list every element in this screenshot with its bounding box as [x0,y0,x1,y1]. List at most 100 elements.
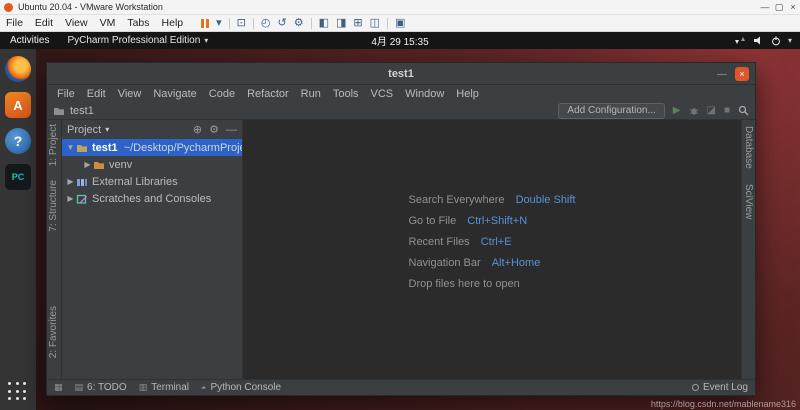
vmware-menu-help[interactable]: Help [156,17,190,29]
add-configuration-button[interactable]: Add Configuration... [558,102,665,119]
menu-refactor[interactable]: Refactor [241,88,295,100]
pause-vm-icon[interactable] [201,18,210,28]
toolbar-right-group: Add Configuration... ▶ ◪ ■ [558,102,749,119]
terminal-label: Terminal [151,382,189,393]
toolwindow-button-terminal[interactable]: ▥ Terminal [139,382,189,393]
fullscreen-icon[interactable]: ◫ [370,17,380,29]
menu-navigate[interactable]: Navigate [147,88,202,100]
vmware-menu-vm[interactable]: VM [94,17,122,29]
shortcut-row: Go to File Ctrl+Shift+N [409,211,576,232]
scratches-icon [76,194,87,204]
breadcrumb[interactable]: test1 [53,105,94,117]
hide-panel-icon[interactable]: — [226,124,237,136]
tree-item-name: test1 [92,141,118,154]
vmware-menu-tabs[interactable]: Tabs [121,17,155,29]
menu-tools[interactable]: Tools [327,88,365,100]
menu-code[interactable]: Code [203,88,241,100]
shortcut-label: Drop files here to open [408,278,520,290]
thumbnail-bar-icon[interactable]: ▣ [395,17,405,29]
tree-item-name: External Libraries [92,175,178,188]
activities-button[interactable]: Activities [0,35,59,46]
folder-icon [54,107,64,115]
stop-icon[interactable]: ■ [724,105,730,116]
tree-row-external-libraries[interactable]: ▶ External Libraries [62,173,242,190]
vmware-close-button[interactable]: × [786,2,800,12]
breadcrumb-label: test1 [70,104,94,117]
menu-file[interactable]: File [51,88,81,100]
project-view-selector[interactable]: Project [67,124,101,136]
toolwindow-button-favorites[interactable]: 2: Favorites [48,306,59,358]
vmware-maximize-button[interactable]: ▢ [772,2,786,13]
menu-edit[interactable]: Edit [81,88,112,100]
chevron-down-icon: ▾ [105,125,110,134]
system-tray[interactable]: ▾ [734,36,800,46]
show-library-icon[interactable]: ⊞ [353,17,362,29]
menu-view[interactable]: View [112,88,148,100]
pycharm-close-button[interactable]: × [735,67,749,81]
expand-open-icon[interactable]: ▼ [65,143,76,152]
show-console-icon[interactable]: ◧ [319,17,329,29]
event-log-button[interactable]: Event Log [691,382,748,393]
app-menu-label: PyCharm Professional Edition [67,35,201,46]
pycharm-titlebar[interactable]: test1 — × [47,63,755,85]
todo-icon: ▤ [74,382,84,392]
pycharm-window-controls: — × [717,63,749,85]
toolwindow-button-python-console[interactable]: ◓ Python Console [201,382,281,393]
app-menu-button[interactable]: PyCharm Professional Edition ▾ [59,35,216,46]
tree-row-project-root[interactable]: ▼ test1 ~/Desktop/PycharmProjects/tes [62,139,242,156]
settings-gear-icon[interactable]: ⚙ [209,123,219,136]
help-icon[interactable]: ? [5,128,31,154]
menu-window[interactable]: Window [399,88,450,100]
tree-row-venv[interactable]: ▶ venv [62,156,242,173]
expand-closed-icon[interactable]: ▶ [82,160,93,169]
toolwindow-button-structure[interactable]: 7: Structure [48,180,59,232]
vmware-menu-file[interactable]: File [0,17,29,29]
menu-help[interactable]: Help [450,88,485,100]
toolwindow-button-todo[interactable]: ▤ 6: TODO [75,382,127,393]
expand-closed-icon[interactable]: ▶ [65,194,76,203]
firefox-icon[interactable] [5,56,31,82]
menu-run[interactable]: Run [295,88,327,100]
tree-item-name: venv [109,158,133,171]
send-ctrl-alt-del-icon[interactable]: ⊡ [237,17,246,29]
manage-snapshots-icon[interactable]: ⚙ [294,17,304,29]
revert-snapshot-icon[interactable]: ↺ [278,17,287,29]
todo-label: 6: TODO [87,382,127,393]
locate-file-icon[interactable]: ⊕ [193,123,202,136]
toolwindow-button-project[interactable]: 1: Project [48,124,59,166]
search-everywhere-icon[interactable] [738,105,749,116]
vmware-menu-edit[interactable]: Edit [29,17,59,29]
editor-area[interactable]: Search Everywhere Double Shift Go to Fil… [243,120,741,379]
pycharm-minimize-button[interactable]: — [717,69,727,80]
ubuntu-software-icon[interactable]: A [5,92,31,118]
project-panel-header: Project ▾ ⊕ ⚙ — [62,120,242,139]
run-icon[interactable]: ▶ [673,105,681,116]
shortcut-label: Go to File [408,215,457,227]
volume-icon [753,36,760,45]
vmware-workstation-window: Ubuntu 20.04 - VMware Workstation — ▢ × … [0,0,800,410]
toolbar-divider [310,17,312,29]
pycharm-status-bar: ▦ ▤ 6: TODO ▥ Terminal ◓ Python Console … [47,379,755,395]
toolbar-divider [252,17,254,29]
clock-label[interactable]: 4月 29 15:35 [371,33,428,48]
vmware-titlebar[interactable]: Ubuntu 20.04 - VMware Workstation — ▢ × [0,0,800,15]
take-snapshot-icon[interactable]: ◴ [261,17,271,29]
shortcut-row: Search Everywhere Double Shift [409,190,576,211]
toolwindow-button-sciview[interactable]: SciView [743,184,754,219]
expand-closed-icon[interactable]: ▶ [65,177,76,186]
show-applications-icon[interactable] [8,382,28,402]
folder-icon [77,144,87,152]
chevron-down-icon: ▾ [204,36,209,45]
unity-mode-icon[interactable]: ◨ [336,17,346,29]
menu-vcs[interactable]: VCS [365,88,400,100]
debug-icon[interactable] [689,106,699,116]
pause-dropdown-icon[interactable]: ▾ [216,17,222,29]
tree-row-scratches[interactable]: ▶ Scratches and Consoles [62,190,242,207]
toolwindow-switcher-icon[interactable]: ▦ [54,382,63,393]
project-tree: ▼ test1 ~/Desktop/PycharmProjects/tes ▶ [62,139,242,379]
vmware-menu-view[interactable]: View [59,17,94,29]
vmware-minimize-button[interactable]: — [758,2,772,12]
toolwindow-button-database[interactable]: Database [743,126,754,169]
pycharm-dock-icon[interactable]: PC [5,164,31,190]
run-with-coverage-icon[interactable]: ◪ [707,105,716,116]
